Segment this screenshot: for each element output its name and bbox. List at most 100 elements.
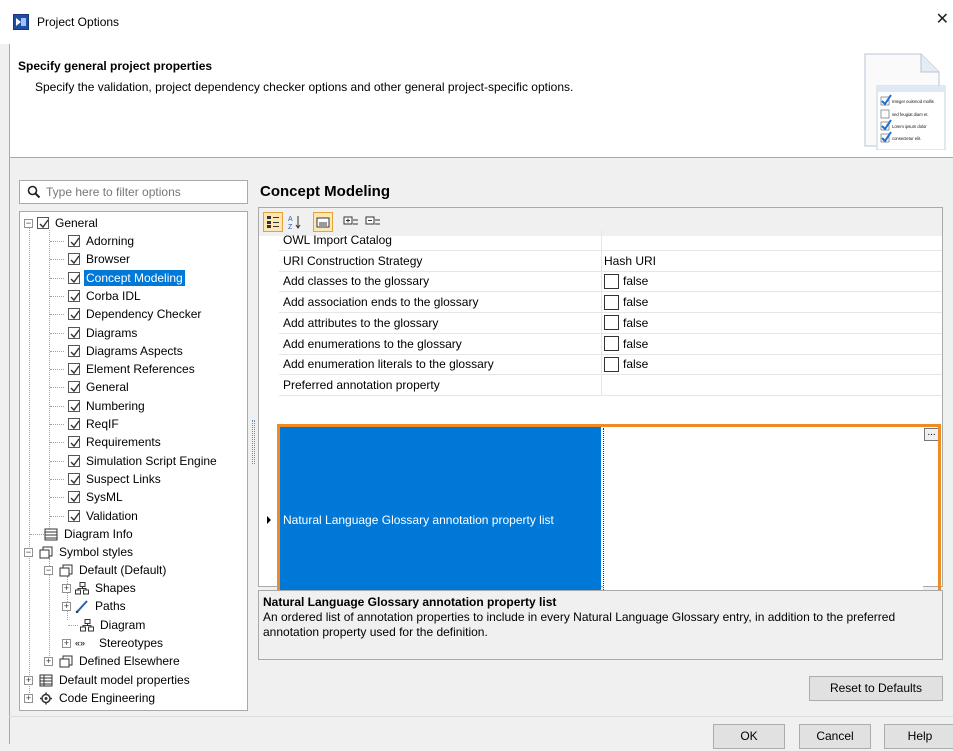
property-value[interactable]: false: [604, 313, 648, 333]
tree-item-paths[interactable]: + Paths: [62, 597, 128, 615]
checkbox-checked-icon[interactable]: [68, 363, 80, 376]
tree-item-label: Suspect Links: [86, 471, 161, 486]
checkbox-checked-icon[interactable]: [68, 344, 80, 357]
categorized-view-button[interactable]: [263, 212, 283, 232]
value-checkbox[interactable]: [604, 315, 619, 331]
tree-item-symbol-styles[interactable]: − Symbol styles: [24, 543, 135, 561]
collapse-icon[interactable]: −: [24, 547, 33, 557]
checkbox-checked-icon[interactable]: [68, 472, 80, 485]
expand-icon[interactable]: +: [62, 601, 71, 611]
checkbox-checked-icon[interactable]: [68, 509, 80, 522]
show-descriptions-button[interactable]: [313, 212, 333, 232]
tree-item-general[interactable]: − General: [24, 214, 100, 232]
property-value[interactable]: false: [604, 354, 648, 374]
expand-icon[interactable]: +: [24, 693, 33, 703]
dialog-header: Specify general project properties Speci…: [9, 44, 953, 158]
property-row[interactable]: Add attributes to the glossary false: [279, 312, 942, 334]
tree-item-browser[interactable]: Browser: [68, 250, 132, 268]
checkbox-checked-icon[interactable]: [68, 381, 80, 394]
filter-box[interactable]: [19, 180, 248, 204]
tree-item-shapes[interactable]: + Shapes: [62, 579, 138, 597]
property-row[interactable]: OWL Import Catalog: [279, 230, 942, 251]
close-icon[interactable]: ✕: [936, 12, 949, 28]
property-value[interactable]: false: [604, 292, 648, 312]
checkbox-checked-icon[interactable]: [68, 454, 80, 467]
expand-icon[interactable]: +: [44, 656, 53, 666]
help-button[interactable]: Help: [884, 724, 953, 749]
tree-item-numbering[interactable]: Numbering: [68, 397, 147, 415]
property-row[interactable]: Add classes to the glossary false: [279, 271, 942, 293]
ellipsis-button[interactable]: ...: [924, 428, 939, 441]
tree-item-diagram-info[interactable]: Diagram Info: [44, 525, 135, 543]
collapse-icon[interactable]: −: [44, 565, 53, 575]
checkbox-checked-icon[interactable]: [37, 217, 49, 229]
property-row[interactable]: Add association ends to the glossary fals…: [279, 292, 942, 314]
checkbox-checked-icon[interactable]: [68, 308, 80, 321]
options-tree[interactable]: − General Adorning Browser Concept Modelin…: [19, 211, 248, 711]
selected-property-value-editor[interactable]: [603, 428, 923, 612]
tree-item-simulation-script-engine[interactable]: Simulation Script Engine: [68, 452, 219, 470]
checkbox-checked-icon[interactable]: [68, 491, 80, 504]
tree-item-diagrams-aspects[interactable]: Diagrams Aspects: [68, 342, 185, 360]
property-value[interactable]: Hash URI: [604, 251, 656, 271]
tree-item-validation[interactable]: Validation: [68, 507, 140, 525]
ok-button[interactable]: OK: [713, 724, 785, 749]
value-checkbox[interactable]: [604, 356, 619, 372]
tree-item-stereotypes[interactable]: + «» Stereotypes: [62, 634, 165, 652]
collapse-all-button[interactable]: [363, 212, 383, 232]
checkbox-checked-icon[interactable]: [68, 326, 80, 339]
checkbox-checked-icon[interactable]: [68, 436, 80, 449]
property-value[interactable]: false: [604, 271, 648, 291]
property-row[interactable]: Add enumeration literals to the glossary…: [279, 354, 942, 376]
checkbox-checked-icon[interactable]: [68, 418, 80, 430]
paths-icon: [75, 599, 88, 613]
tree-connector-line: [50, 369, 64, 371]
tree-item-requirements[interactable]: Requirements: [68, 433, 163, 451]
splitter-handle[interactable]: [252, 420, 255, 464]
property-row-selected[interactable]: Natural Language Glossary annotation pro…: [277, 424, 941, 616]
expand-all-button[interactable]: [341, 212, 361, 232]
tree-item-label: Browser: [86, 252, 131, 267]
property-row[interactable]: Add enumerations to the glossary false: [279, 333, 942, 355]
value-checkbox[interactable]: [604, 294, 619, 310]
tree-item-default-model-properties[interactable]: + Default model properties: [24, 671, 192, 689]
sort-alphabetically-icon: AZ: [288, 216, 301, 230]
property-row[interactable]: Preferred annotation property: [279, 374, 942, 396]
expand-icon[interactable]: +: [62, 638, 71, 648]
tree-connector-line: [50, 350, 64, 352]
property-value-text: false: [623, 336, 649, 351]
tree-item-default-default[interactable]: − Default (Default): [44, 561, 168, 579]
checkbox-checked-icon[interactable]: [68, 399, 80, 412]
collapse-icon[interactable]: −: [24, 218, 33, 228]
property-row[interactable]: URI Construction Strategy Hash URI: [279, 250, 942, 272]
tree-item-sysml[interactable]: SysML: [68, 488, 125, 506]
tree-item-diagram[interactable]: Diagram: [80, 616, 147, 634]
tree-item-general[interactable]: General: [68, 378, 131, 396]
illustration-item-1: Integer euismod mollis: [892, 99, 934, 104]
value-checkbox[interactable]: [604, 273, 619, 289]
description-panel: Natural Language Glossary annotation pro…: [258, 590, 943, 660]
tree-item-concept-modeling[interactable]: Concept Modeling: [68, 269, 185, 287]
tree-item-dependency-checker[interactable]: Dependency Checker: [68, 305, 203, 323]
checkbox-checked-icon[interactable]: [68, 289, 80, 302]
property-value[interactable]: false: [604, 334, 648, 354]
filter-input[interactable]: [46, 183, 242, 201]
tree-item-adorning[interactable]: Adorning: [68, 232, 136, 250]
checkbox-checked-icon[interactable]: [68, 235, 80, 247]
cancel-button[interactable]: Cancel: [799, 724, 871, 749]
checkbox-checked-icon[interactable]: [68, 271, 80, 284]
expand-icon[interactable]: +: [62, 583, 71, 593]
property-value-text: false: [623, 315, 649, 330]
tree-item-suspect-links[interactable]: Suspect Links: [68, 470, 163, 488]
sort-alphabetically-button[interactable]: AZ: [285, 212, 305, 232]
tree-item-diagrams[interactable]: Diagrams: [68, 324, 139, 342]
reset-to-defaults-button[interactable]: Reset to Defaults: [809, 676, 943, 701]
expand-icon[interactable]: +: [24, 675, 33, 685]
tree-item-reqif[interactable]: ReqIF: [68, 415, 121, 433]
tree-item-defined-elsewhere[interactable]: + Defined Elsewhere: [44, 652, 182, 670]
tree-item-element-references[interactable]: Element References: [68, 360, 197, 378]
value-checkbox[interactable]: [604, 336, 619, 351]
tree-item-code-engineering[interactable]: + Code Engineering: [24, 689, 157, 707]
tree-item-corba-idl[interactable]: Corba IDL: [68, 287, 143, 305]
checkbox-checked-icon[interactable]: [68, 253, 80, 266]
